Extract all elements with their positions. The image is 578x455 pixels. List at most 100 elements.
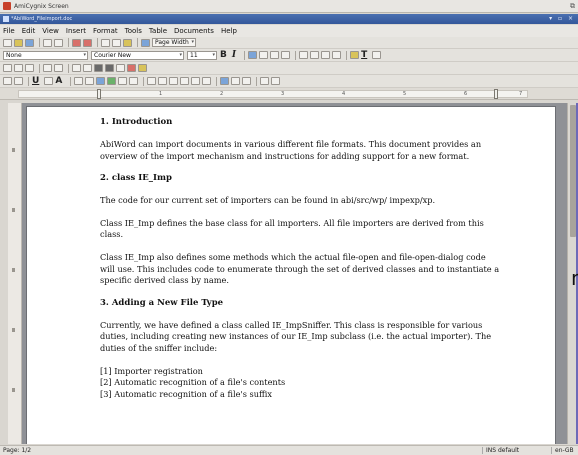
table-properties-icon[interactable] — [116, 64, 125, 72]
style-select[interactable]: None ▾ — [3, 50, 88, 60]
insert-image-icon[interactable] — [127, 64, 136, 72]
numbered-list-icon[interactable] — [310, 51, 320, 59]
toc-icon[interactable] — [180, 77, 190, 85]
align-justify-icon[interactable] — [281, 51, 291, 59]
bold-button[interactable]: B — [220, 50, 227, 60]
italic-button[interactable]: I — [232, 50, 236, 60]
window-controls[interactable]: ▾ ▫ × — [549, 15, 575, 22]
zoom-in-icon[interactable] — [260, 77, 270, 85]
section-heading: 1. Introduction — [100, 117, 173, 127]
endnote-icon[interactable] — [169, 77, 179, 85]
paragraph: Currently, we have defined a class calle… — [100, 319, 492, 353]
right-indent-marker[interactable] — [494, 89, 498, 99]
page-break-icon[interactable] — [85, 77, 95, 85]
zoom-select[interactable]: Page Width ▾ — [152, 38, 196, 47]
copy-icon[interactable] — [112, 38, 121, 47]
chevron-down-icon: ▾ — [212, 51, 215, 58]
menu-insert[interactable]: Insert — [66, 27, 86, 35]
insert-column-icon[interactable] — [25, 64, 34, 72]
document-page[interactable]: 1. Introduction AbiWord can import docum… — [26, 106, 556, 444]
ruler-track: 1 2 3 4 5 6 7 — [18, 89, 528, 99]
paste-icon[interactable] — [123, 38, 132, 47]
split-cells-icon[interactable] — [83, 64, 92, 72]
ruler-number: 7 — [519, 91, 523, 97]
menu-documents[interactable]: Documents — [174, 27, 214, 35]
table-toolbar — [0, 62, 578, 75]
paragraph-mark-icon[interactable] — [74, 77, 84, 85]
list-item: [2] Automatic recognition of a file's co… — [100, 377, 286, 388]
pencil-icon[interactable] — [372, 51, 382, 59]
menu-format[interactable]: Format — [93, 27, 118, 35]
indent-icon[interactable] — [321, 51, 331, 59]
print-icon[interactable] — [43, 38, 52, 47]
menu-table[interactable]: Table — [149, 27, 167, 35]
bullet-list-icon[interactable] — [299, 51, 309, 59]
outdent-icon[interactable] — [332, 51, 342, 59]
menu-tools[interactable]: Tools — [125, 27, 142, 35]
vertical-ruler[interactable] — [8, 103, 22, 444]
spellcheck-icon[interactable] — [3, 77, 12, 85]
column-layout-icon[interactable] — [118, 77, 128, 85]
view-web-icon[interactable] — [231, 77, 241, 85]
window-title-bar[interactable]: *AbiWord_Fileimport.doc ▾ ▫ × — [0, 14, 578, 24]
save-icon[interactable] — [25, 38, 34, 47]
page-indicator: Page: 1/2 — [3, 447, 32, 454]
menubar: File Edit View Insert Format Tools Table… — [0, 25, 578, 37]
font-color-icon[interactable]: A — [55, 76, 62, 86]
left-indent-marker[interactable] — [97, 89, 101, 99]
font-value: Courier New — [94, 51, 131, 59]
hyperlink-icon[interactable] — [96, 77, 106, 85]
menu-edit[interactable]: Edit — [22, 27, 36, 35]
document-body[interactable]: 1. Introduction AbiWord can import docum… — [100, 117, 500, 400]
delete-row-icon[interactable] — [43, 64, 52, 72]
cell-shading-icon[interactable] — [94, 64, 103, 72]
underline-button[interactable]: U — [32, 76, 39, 86]
menu-file[interactable]: File — [3, 27, 15, 35]
new-document-icon[interactable] — [3, 38, 12, 47]
delete-column-icon[interactable] — [54, 64, 63, 72]
font-select[interactable]: Courier New ▾ — [91, 50, 184, 60]
date-time-icon[interactable] — [202, 77, 212, 85]
menu-view[interactable]: View — [42, 27, 59, 35]
toolbar-separator — [97, 38, 98, 47]
insert-table-icon[interactable] — [3, 64, 12, 72]
highlight-color-icon[interactable] — [350, 51, 360, 59]
cell-border-icon[interactable] — [105, 64, 114, 72]
format-painter-icon[interactable] — [141, 38, 150, 47]
view-normal-icon[interactable] — [220, 77, 230, 85]
align-center-icon[interactable] — [259, 51, 269, 59]
ruler-tick — [12, 268, 15, 272]
horizontal-ruler[interactable]: 1 2 3 4 5 6 7 — [0, 88, 578, 100]
window-menu-icon[interactable] — [3, 16, 9, 22]
menu-help[interactable]: Help — [221, 27, 237, 35]
align-left-icon[interactable] — [248, 51, 258, 59]
insert-row-icon[interactable] — [14, 64, 23, 72]
text-color-icon[interactable]: T — [361, 50, 367, 60]
duties-list: [1] Importer registration [2] Automatic … — [100, 366, 500, 401]
screen-title-bar: AmiCygnix Screen ⧉ — [0, 0, 578, 13]
document-canvas[interactable]: 1. Introduction AbiWord can import docum… — [22, 103, 567, 444]
font-size-select[interactable]: 11 ▾ — [187, 50, 217, 60]
screen-depth-icon[interactable]: ⧉ — [570, 2, 575, 11]
header-icon[interactable] — [129, 77, 139, 85]
zoom-value: Page Width — [155, 39, 189, 46]
undo-icon[interactable] — [72, 38, 81, 47]
format-toolbar: None ▾ Courier New ▾ 11 ▾ B I T — [0, 49, 578, 62]
find-icon[interactable] — [14, 77, 23, 85]
merge-cells-icon[interactable] — [72, 64, 81, 72]
symbol-icon[interactable] — [191, 77, 201, 85]
zoom-out-icon[interactable] — [271, 77, 281, 85]
footnote-icon[interactable] — [158, 77, 168, 85]
toolbar-separator — [68, 63, 69, 73]
bookmark-icon[interactable] — [107, 77, 117, 85]
superscript-icon[interactable] — [44, 77, 54, 85]
insert-field-icon[interactable] — [138, 64, 147, 72]
view-print-icon[interactable] — [242, 77, 252, 85]
toolbar-separator — [137, 38, 138, 47]
cut-icon[interactable] — [101, 38, 110, 47]
align-right-icon[interactable] — [270, 51, 280, 59]
open-folder-icon[interactable] — [14, 38, 23, 47]
print-preview-icon[interactable] — [54, 38, 63, 47]
redo-icon[interactable] — [83, 38, 92, 47]
footer-icon[interactable] — [147, 77, 157, 85]
